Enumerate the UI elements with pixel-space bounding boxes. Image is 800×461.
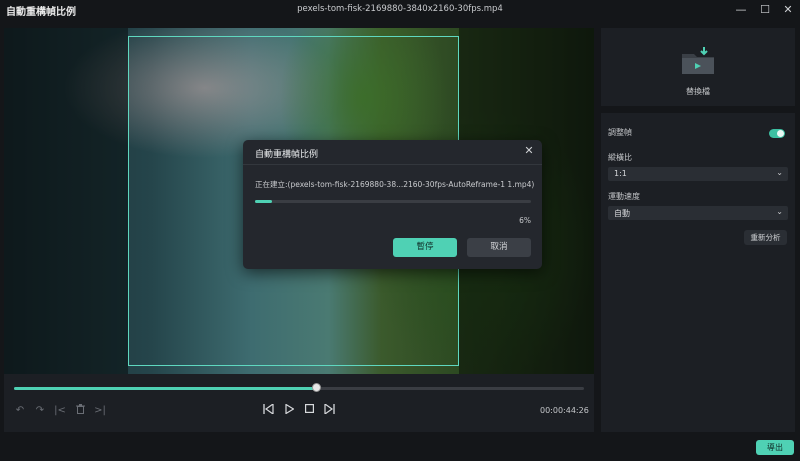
chevron-down-icon: ⌄ [776, 207, 783, 216]
playback-controls: ↶ ↷ |< >| 00:00:44:26 [4, 374, 594, 432]
reanalyze-button[interactable]: 重新分析 [744, 230, 787, 245]
reframe-progress-dialog: 自動重構幀比例 ✕ 正在建立:(pexels-tom-fisk-2169880-… [243, 140, 542, 269]
timeline-playhead[interactable] [312, 383, 322, 392]
minimize-button[interactable]: — [728, 1, 754, 19]
replace-file-label: 替換檔 [686, 87, 710, 96]
stop-icon[interactable] [301, 404, 317, 418]
next-frame-icon[interactable] [321, 402, 337, 418]
dialog-divider [243, 164, 542, 165]
previous-frame-icon[interactable] [260, 402, 276, 418]
adjust-frame-toggle[interactable] [769, 129, 785, 138]
delete-icon[interactable] [72, 404, 88, 418]
undo-icon[interactable]: ↶ [12, 404, 28, 418]
adjust-frame-label: 調整幀 [608, 128, 632, 137]
replace-file-card[interactable]: 替換檔 [601, 28, 795, 106]
pause-button[interactable]: 暫停 [393, 238, 457, 257]
dialog-title: 自動重構幀比例 [255, 150, 319, 160]
aspect-ratio-select[interactable]: 1:1 ⌄ [608, 167, 788, 181]
dialog-close-icon[interactable]: ✕ [522, 144, 536, 158]
aspect-ratio-label: 縱橫比 [608, 153, 632, 162]
mark-in-icon[interactable]: |< [52, 404, 68, 418]
cancel-button[interactable]: 取消 [467, 238, 531, 257]
dialog-status-text: 正在建立:(pexels-tom-fisk-2169880-38...2160-… [255, 180, 535, 189]
export-button[interactable]: 導出 [756, 440, 794, 455]
reframe-settings-panel: 調整幀 縱橫比 1:1 ⌄ 運動速度 自動 ⌄ 重新分析 [601, 113, 795, 432]
motion-speed-label: 運動速度 [608, 192, 640, 201]
timeline-progress [14, 387, 317, 390]
chevron-down-icon: ⌄ [776, 168, 783, 177]
motion-speed-value: 自動 [614, 209, 630, 218]
file-title: pexels-tom-fisk-2169880-3840x2160-30fps.… [297, 4, 503, 14]
dialog-progress-fill [255, 200, 272, 203]
timecode: 00:00:44:26 [540, 406, 589, 415]
dialog-progress-percent: 6% [519, 216, 531, 225]
motion-speed-select[interactable]: 自動 ⌄ [608, 206, 788, 220]
aspect-ratio-value: 1:1 [614, 169, 627, 178]
folder-replace-icon [682, 47, 714, 74]
crop-mask-left [4, 28, 128, 374]
dialog-progress-track [255, 200, 531, 203]
mark-out-icon[interactable]: >| [92, 404, 108, 418]
redo-icon[interactable]: ↷ [32, 404, 48, 418]
play-icon[interactable] [281, 403, 297, 418]
close-window-button[interactable]: ✕ [775, 1, 800, 19]
